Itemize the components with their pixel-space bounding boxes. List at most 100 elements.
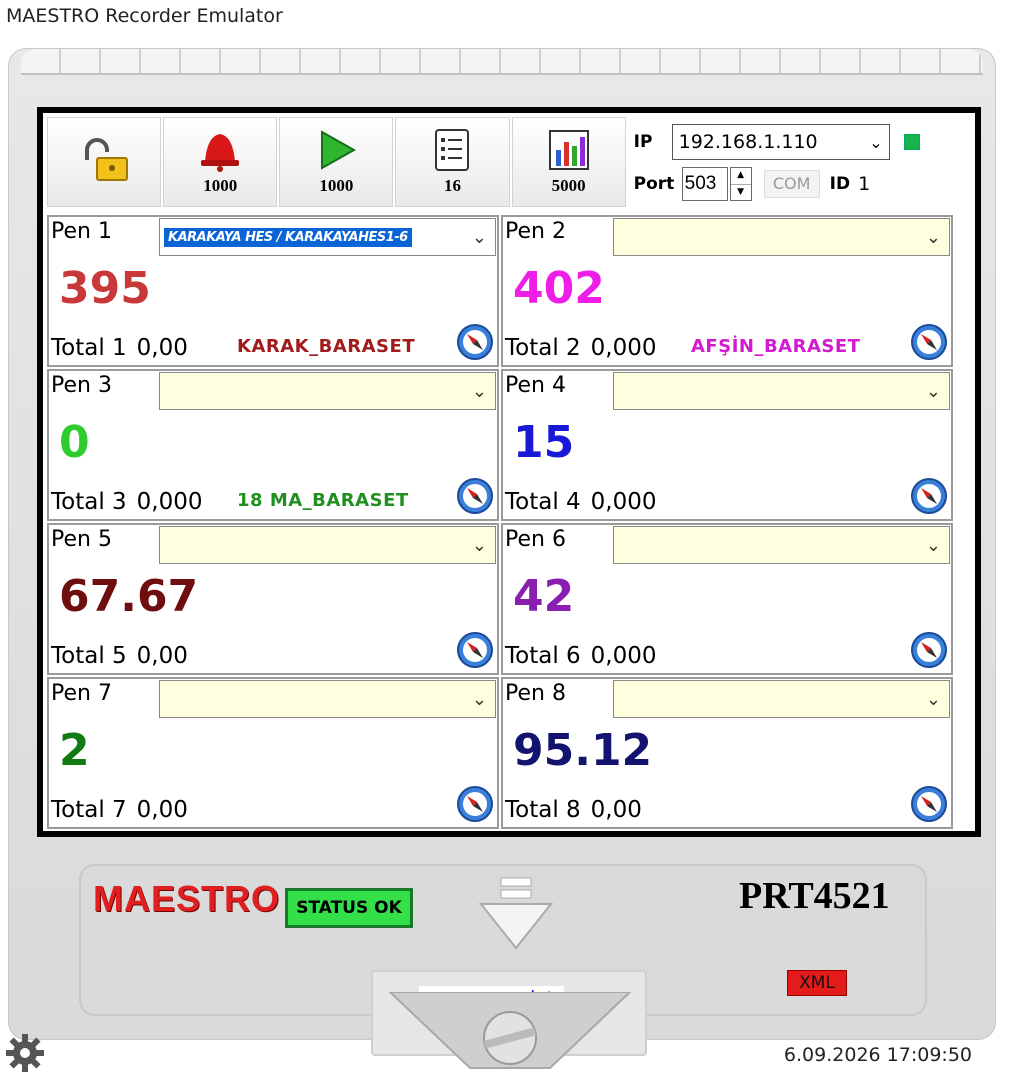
pen-source-select[interactable]: ⌄: [613, 526, 950, 564]
port-stepper[interactable]: ▲ ▼: [729, 167, 752, 201]
pen-name: Pen 1: [51, 219, 112, 244]
pen-value: 402: [513, 263, 605, 314]
pen-value: 0: [59, 417, 90, 468]
pen-total: Total 8 0,00: [505, 797, 642, 823]
datetime: 6.09.2026 17:09:50: [783, 1044, 972, 1066]
com-button[interactable]: COM: [763, 170, 820, 198]
pen-tag: AFŞİN_BARASET: [691, 336, 861, 357]
list-icon: [435, 129, 470, 171]
pen-cell: Pen 4 ⌄ 15 Total 4 0,000: [501, 369, 953, 521]
pen-tag: 18 MA_BARASET: [237, 490, 409, 511]
chart-value: 5000: [551, 176, 586, 195]
compass-icon[interactable]: [910, 477, 948, 515]
pen-total: Total 4 0,000: [505, 489, 657, 515]
alarm-bell-icon: [201, 134, 240, 172]
id-value: 1: [858, 173, 871, 195]
toolbar: 1000 1000 16 5000 IP 192.168.1.110 ⌄ Por…: [47, 117, 971, 211]
unlock-icon: [85, 138, 129, 181]
stepper-down-icon[interactable]: ▼: [731, 185, 751, 201]
pen-cell: Pen 5 ⌄ 67.67 Total 5 0,00: [47, 523, 499, 675]
compass-icon[interactable]: [456, 323, 494, 361]
screen-frame: 1000 1000 16 5000 IP 192.168.1.110 ⌄ Por…: [37, 107, 981, 837]
port-label: Port: [633, 174, 675, 194]
pen-source-select[interactable]: ⌄: [613, 680, 950, 718]
pen-source-select[interactable]: KARAKAYA HES / KARAKAYAHES1-6 ⌄: [159, 218, 496, 256]
pen-source-select[interactable]: ⌄: [159, 372, 496, 410]
port-input[interactable]: [681, 167, 728, 201]
play-button[interactable]: 1000: [279, 117, 394, 207]
pen-total-value: 0,000: [136, 489, 203, 515]
pen-total-label: Total 7: [51, 797, 127, 823]
pen-cell: Pen 3 ⌄ 0 Total 3 0,000 18 MA_BARASET: [47, 369, 499, 521]
pen-cell: Pen 1 KARAKAYA HES / KARAKAYAHES1-6 ⌄ 39…: [47, 215, 499, 367]
gear-icon[interactable]: [4, 1032, 46, 1074]
stepper-up-icon[interactable]: ▲: [730, 168, 751, 185]
list-button[interactable]: 16: [395, 117, 510, 207]
pen-source-select[interactable]: ⌄: [159, 526, 496, 564]
ip-value: 192.168.1.110: [678, 131, 818, 153]
pen-name: Pen 3: [51, 373, 112, 398]
window-title: MAESTRO Recorder Emulator: [6, 5, 283, 27]
alarm-button[interactable]: 1000: [163, 117, 278, 207]
chart-button[interactable]: 5000: [511, 117, 626, 207]
pen-value: 15: [513, 417, 575, 468]
compass-icon[interactable]: [456, 631, 494, 669]
pen-total: Total 1 0,00: [51, 335, 188, 361]
pen-cell: Pen 7 ⌄ 2 Total 7 0,00: [47, 677, 499, 829]
compass-icon[interactable]: [910, 631, 948, 669]
play-value: 1000: [319, 176, 354, 195]
down-arrow-icon: [478, 877, 554, 950]
chevron-down-icon: ⌄: [925, 226, 941, 248]
pen-total-value: 0,000: [590, 643, 657, 669]
compass-icon[interactable]: [456, 477, 494, 515]
device-stand: [388, 992, 632, 1069]
connection-status-indicator: [903, 134, 920, 150]
pen-total-value: 0,00: [136, 643, 188, 669]
ip-select[interactable]: 192.168.1.110 ⌄: [671, 124, 890, 160]
chevron-down-icon: ⌄: [471, 226, 487, 248]
pen-value: 395: [59, 263, 151, 314]
pen-total-label: Total 8: [505, 797, 581, 823]
play-icon: [321, 130, 357, 170]
brand-logo: MAESTRO: [93, 878, 280, 919]
status-badge: STATUS OK: [285, 888, 413, 928]
pen-name: Pen 6: [505, 527, 566, 552]
pen-total-value: 0,00: [590, 797, 642, 823]
chevron-down-icon: ⌄: [471, 688, 487, 710]
pen-total: Total 6 0,000: [505, 643, 657, 669]
ip-label: IP: [633, 132, 653, 152]
chevron-down-icon: ⌄: [925, 534, 941, 556]
pen-name: Pen 2: [505, 219, 566, 244]
screen: 1000 1000 16 5000 IP 192.168.1.110 ⌄ Por…: [43, 113, 975, 831]
pens-grid: Pen 1 KARAKAYA HES / KARAKAYAHES1-6 ⌄ 39…: [47, 215, 971, 829]
chevron-down-icon: ⌄: [471, 534, 487, 556]
chevron-down-icon: ⌄: [869, 132, 883, 152]
pen-total: Total 2 0,000: [505, 335, 657, 361]
pen-source-select[interactable]: ⌄: [159, 680, 496, 718]
compass-icon[interactable]: [910, 785, 948, 823]
pen-total-label: Total 4: [505, 489, 581, 515]
chevron-down-icon: ⌄: [471, 380, 487, 402]
compass-icon[interactable]: [910, 323, 948, 361]
bar-chart-icon: [548, 130, 589, 170]
xml-badge[interactable]: XML: [787, 970, 847, 996]
compass-icon[interactable]: [456, 785, 494, 823]
pen-source-select[interactable]: ⌄: [613, 372, 950, 410]
pen-total: Total 7 0,00: [51, 797, 188, 823]
pen-total: Total 3 0,000: [51, 489, 203, 515]
chevron-down-icon: ⌄: [925, 688, 941, 710]
pen-total-value: 0,00: [136, 335, 188, 361]
pen-total: Total 5 0,00: [51, 643, 188, 669]
pen-source-value: KARAKAYA HES / KARAKAYAHES1-6: [164, 227, 412, 247]
pen-cell: Pen 8 ⌄ 95.12 Total 8 0,00: [501, 677, 953, 829]
pen-name: Pen 7: [51, 681, 112, 706]
pen-total-value: 0,000: [590, 489, 657, 515]
pen-source-select[interactable]: ⌄: [613, 218, 950, 256]
pen-total-label: Total 3: [51, 489, 127, 515]
lock-button[interactable]: [47, 117, 162, 207]
pen-name: Pen 5: [51, 527, 112, 552]
pen-total-label: Total 5: [51, 643, 127, 669]
pen-value: 2: [59, 725, 90, 776]
pen-total-label: Total 1: [51, 335, 127, 361]
model-name: PRT4521: [739, 875, 890, 917]
